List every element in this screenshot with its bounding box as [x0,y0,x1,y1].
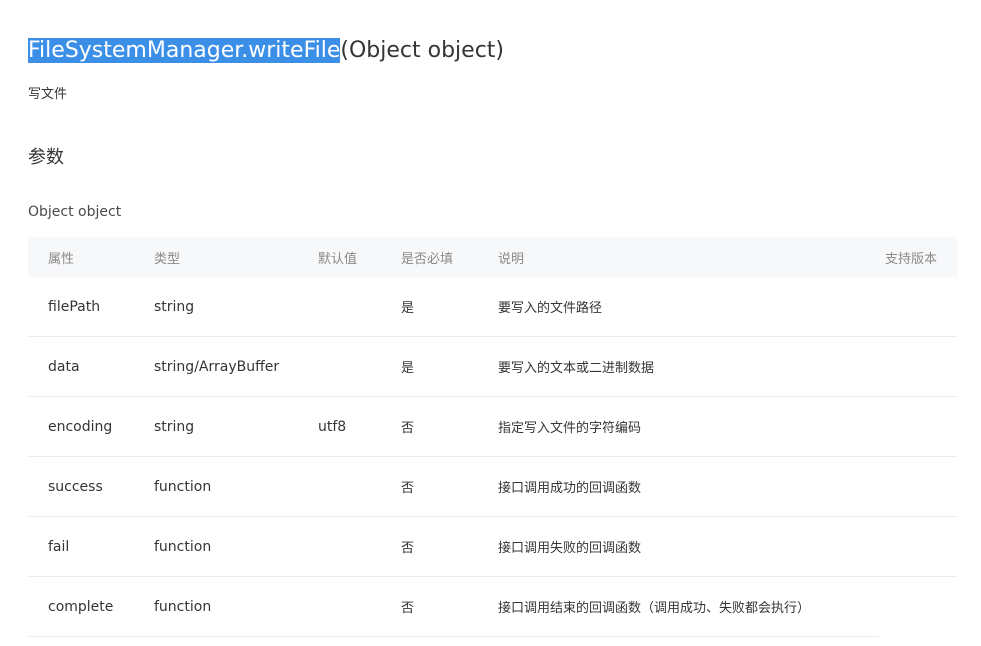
param-name: complete [28,576,154,637]
param-required: 否 [401,396,498,457]
param-description: 要写入的文件路径 [498,277,879,337]
table-row: data string/ArrayBuffer 是 要写入的文本或二进制数据 [28,336,957,397]
param-default [318,576,401,637]
table-row: fail function 否 接口调用失败的回调函数 [28,516,957,577]
param-type: function [154,516,318,577]
param-required: 是 [401,336,498,397]
param-name: data [28,336,154,397]
param-description: 要写入的文本或二进制数据 [498,336,879,397]
param-name: fail [28,516,154,577]
api-description: 写文件 [28,87,68,102]
param-version [879,396,957,457]
param-version [879,336,957,397]
param-version [879,577,957,637]
table-row: encoding string utf8 否 指定写入文件的字符编码 [28,396,957,457]
header-required: 是否必填 [401,237,498,277]
header-description: 说明 [498,237,879,277]
header-attribute: 属性 [28,237,154,277]
header-default: 默认值 [318,237,401,277]
param-description: 接口调用成功的回调函数 [498,456,879,517]
param-default [318,277,401,337]
param-description: 接口调用结束的回调函数（调用成功、失败都会执行） [498,576,879,637]
param-description: 接口调用失败的回调函数 [498,516,879,577]
table-row: filePath string 是 要写入的文件路径 [28,277,957,337]
params-heading: 参数 [28,147,64,168]
table-row: complete function 否 接口调用结束的回调函数（调用成功、失败都… [28,576,957,637]
param-default [318,336,401,397]
param-default [318,516,401,577]
table-header-row: 属性 类型 默认值 是否必填 说明 支持版本 [28,237,957,277]
param-required: 否 [401,576,498,637]
page-title: FileSystemManager.writeFile(Object objec… [28,36,504,66]
param-default [318,456,401,517]
header-type: 类型 [154,237,318,277]
param-description: 指定写入文件的字符编码 [498,396,879,457]
param-name: filePath [28,277,154,337]
param-version [879,456,957,517]
selected-title-text[interactable]: FileSystemManager.writeFile [28,38,341,63]
param-required: 否 [401,516,498,577]
param-type: function [154,456,318,517]
param-required: 是 [401,277,498,337]
param-required: 否 [401,456,498,517]
param-name: success [28,456,154,517]
param-type: string/ArrayBuffer [154,336,318,397]
param-type: string [154,396,318,457]
param-version [879,277,957,337]
param-name: encoding [28,396,154,457]
param-type: string [154,277,318,337]
header-version: 支持版本 [879,237,957,277]
title-signature: (Object object) [340,38,504,63]
param-object-label: Object object [28,204,122,220]
param-default: utf8 [318,396,401,457]
param-type: function [154,576,318,637]
param-version [879,516,957,577]
table-row: success function 否 接口调用成功的回调函数 [28,456,957,517]
params-table: 属性 类型 默认值 是否必填 说明 支持版本 filePath string 是… [28,237,957,637]
